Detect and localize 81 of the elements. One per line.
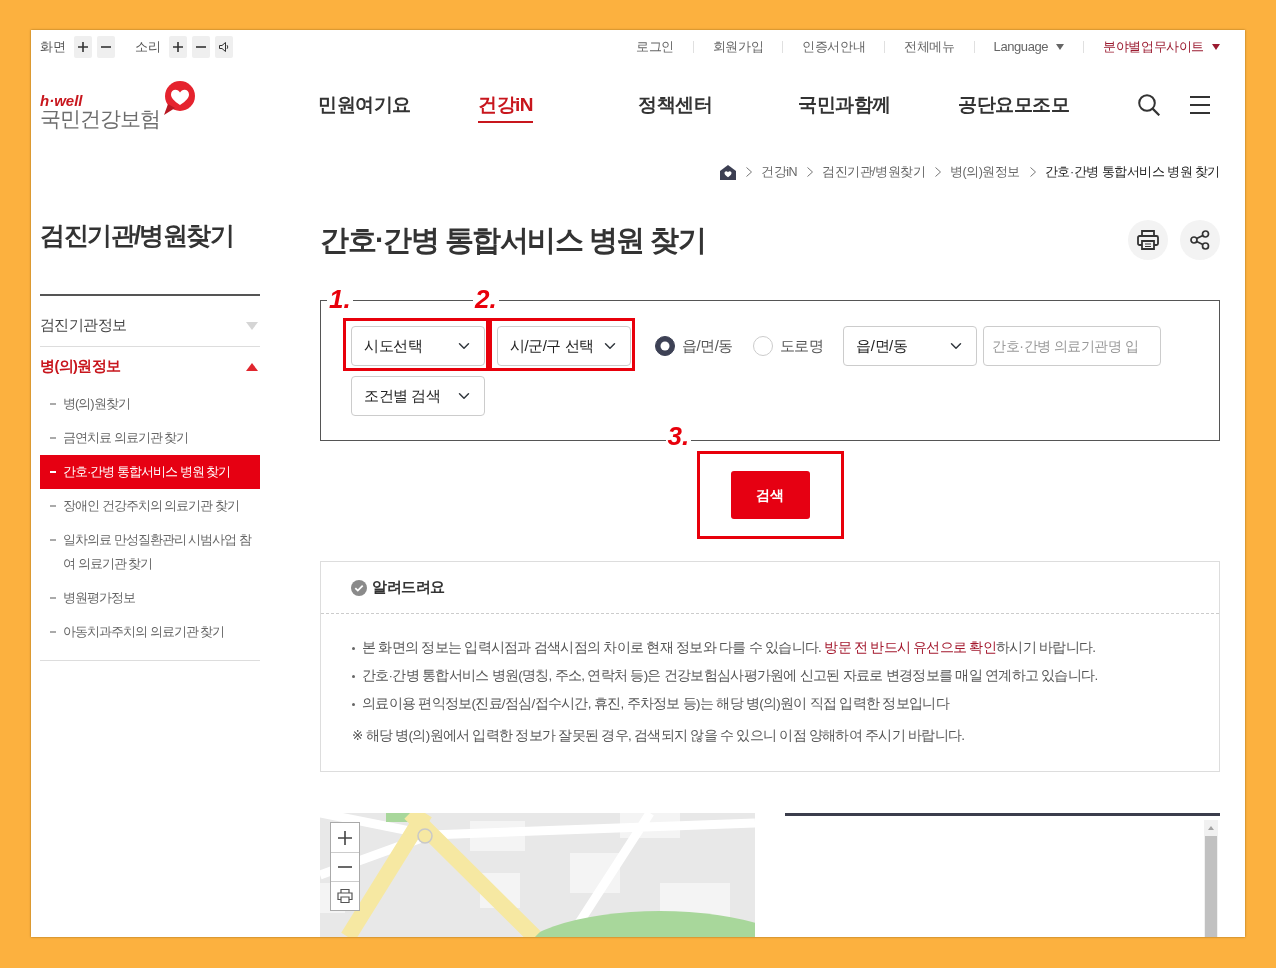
share-button[interactable]	[1180, 220, 1220, 260]
utility-link[interactable]: 전체메뉴	[904, 39, 955, 55]
decrease-button[interactable]	[192, 36, 210, 58]
dash-icon	[50, 403, 56, 405]
sidebar-link[interactable]: 병원평가정보	[40, 581, 260, 615]
caret-up-icon	[246, 363, 258, 371]
breadcrumb-link[interactable]: 간호·간병 통합서비스 병원 찾기	[1044, 162, 1220, 182]
select-dropdown[interactable]: 조건별 검색	[351, 376, 485, 416]
print-button[interactable]	[1128, 220, 1168, 260]
dash-icon	[50, 539, 56, 541]
minus-icon	[338, 866, 352, 868]
nav-link[interactable]: 국민과함께	[798, 86, 891, 123]
home-icon[interactable]	[720, 164, 737, 180]
bullet-icon	[352, 674, 355, 678]
nav-link[interactable]: 공단요모조모	[958, 86, 1069, 123]
chevron-right-icon	[746, 167, 753, 177]
increase-button[interactable]	[74, 36, 92, 58]
radio-button[interactable]	[655, 336, 675, 356]
decrease-button[interactable]	[97, 36, 115, 58]
sidebar-link[interactable]: 일차의료 만성질환관리 시범사업 참여 의료기관 찾기	[40, 523, 260, 581]
chevron-right-icon	[1029, 167, 1036, 177]
sidebar-title: 검진기관/병원찾기	[40, 220, 235, 251]
utility-link[interactable]: 분야별업무사이트	[1103, 39, 1220, 55]
check-circle-icon	[351, 579, 367, 596]
utility-link[interactable]: 인증서안내	[802, 39, 866, 55]
select-dropdown[interactable]: 시/군/구 선택	[497, 326, 631, 366]
print-icon	[1137, 230, 1159, 250]
increase-button[interactable]	[169, 36, 187, 58]
bullet-icon	[352, 702, 355, 706]
plus-icon	[78, 42, 88, 52]
plus-icon	[338, 830, 352, 845]
select-dropdown[interactable]: 읍/면/동	[843, 326, 978, 366]
notice-note: ※ 해당 병(의)원에서 입력한 정보가 잘못된 경우, 검색되지 않을 수 있으니 이점 양해하여 주시기 바랍니다.	[352, 727, 965, 745]
radio-label[interactable]: 도로명	[779, 334, 824, 358]
dash-icon	[50, 597, 56, 599]
accessibility-label: 소리	[135, 39, 161, 55]
chevron-right-icon	[807, 167, 814, 177]
breadcrumb-link[interactable]: 건강iN	[761, 162, 798, 182]
breadcrumb-link[interactable]: 검진기관/병원찾기	[822, 162, 926, 182]
sidebar-section-link[interactable]: 병(의)원정보	[40, 347, 260, 387]
notice-text: 간호·간병 통합서비스 병원(명칭, 주소, 연락처 등)은 건강보험심사평가원에 신고된 자료로 변경정보를 매일 연계하고 있습니다.	[362, 667, 1098, 685]
logo-tagline: h·well	[40, 93, 84, 108]
nav-link[interactable]: 건강iN	[478, 86, 533, 123]
notice-text: 본 화면의 정보는 입력시점과 검색시점의 차이로 현재 정보와 다를 수 있습니다. 방문 전 반드시 유선으로 확인하시기 바랍니다.	[362, 639, 1096, 657]
nav-link[interactable]: 민원여기요	[318, 86, 411, 123]
share-icon	[1190, 230, 1210, 250]
sidebar-link[interactable]: 아동치과주치의 의료기관 찾기	[40, 615, 260, 649]
notice-title: 알려드려요	[372, 577, 445, 598]
speaker-button[interactable]	[215, 36, 233, 58]
select-dropdown[interactable]: 시도선택	[351, 326, 485, 366]
search-button[interactable]: 검색	[730, 471, 810, 519]
breadcrumb-link[interactable]: 병(의)원정보	[950, 162, 1020, 182]
accessibility-label: 화면	[40, 39, 66, 55]
bullet-icon	[352, 646, 355, 650]
print-icon	[337, 889, 353, 903]
utility-link[interactable]: 로그인	[635, 39, 674, 55]
caret-down-icon	[246, 322, 258, 330]
search-icon	[1138, 93, 1160, 116]
dash-icon	[50, 505, 56, 507]
utility-link[interactable]: 회원가입	[712, 39, 764, 55]
menu-icon	[1190, 95, 1210, 114]
scrollbar[interactable]	[1204, 820, 1218, 937]
page-title: 간호·간병 통합서비스 병원 찾기	[320, 223, 706, 258]
sidebar-link[interactable]: 병(의)원찾기	[40, 387, 260, 421]
notice-text: 의료이용 편익정보(진료/점심/접수시간, 휴진, 주차정보 등)는 해당 병(의)원이 직접 입력한 정보입니다	[362, 695, 949, 713]
sidebar-link[interactable]: 금연치료 의료기관 찾기	[40, 421, 260, 455]
plus-icon	[173, 42, 183, 52]
search-button[interactable]	[1137, 92, 1161, 117]
dash-icon	[50, 437, 56, 439]
sidebar-link[interactable]: 장애인 건강주치의 의료기관 찾기	[40, 489, 260, 523]
radio-label[interactable]: 읍/면/동	[682, 334, 733, 358]
dash-icon	[50, 631, 56, 633]
search-input[interactable]: 간호·간병 의료기관명 입	[983, 326, 1162, 366]
nav-link[interactable]: 정책센터	[638, 86, 712, 123]
logo-title: 국민건강보험	[40, 107, 160, 130]
speaker-icon	[219, 42, 229, 52]
utility-link[interactable]: Language	[993, 39, 1065, 55]
chevron-right-icon	[935, 167, 942, 177]
sidebar-link[interactable]: 간호·간병 통합서비스 병원 찾기	[40, 455, 260, 489]
sidebar-section-link[interactable]: 검진기관정보	[40, 296, 260, 346]
dash-icon	[50, 471, 56, 473]
